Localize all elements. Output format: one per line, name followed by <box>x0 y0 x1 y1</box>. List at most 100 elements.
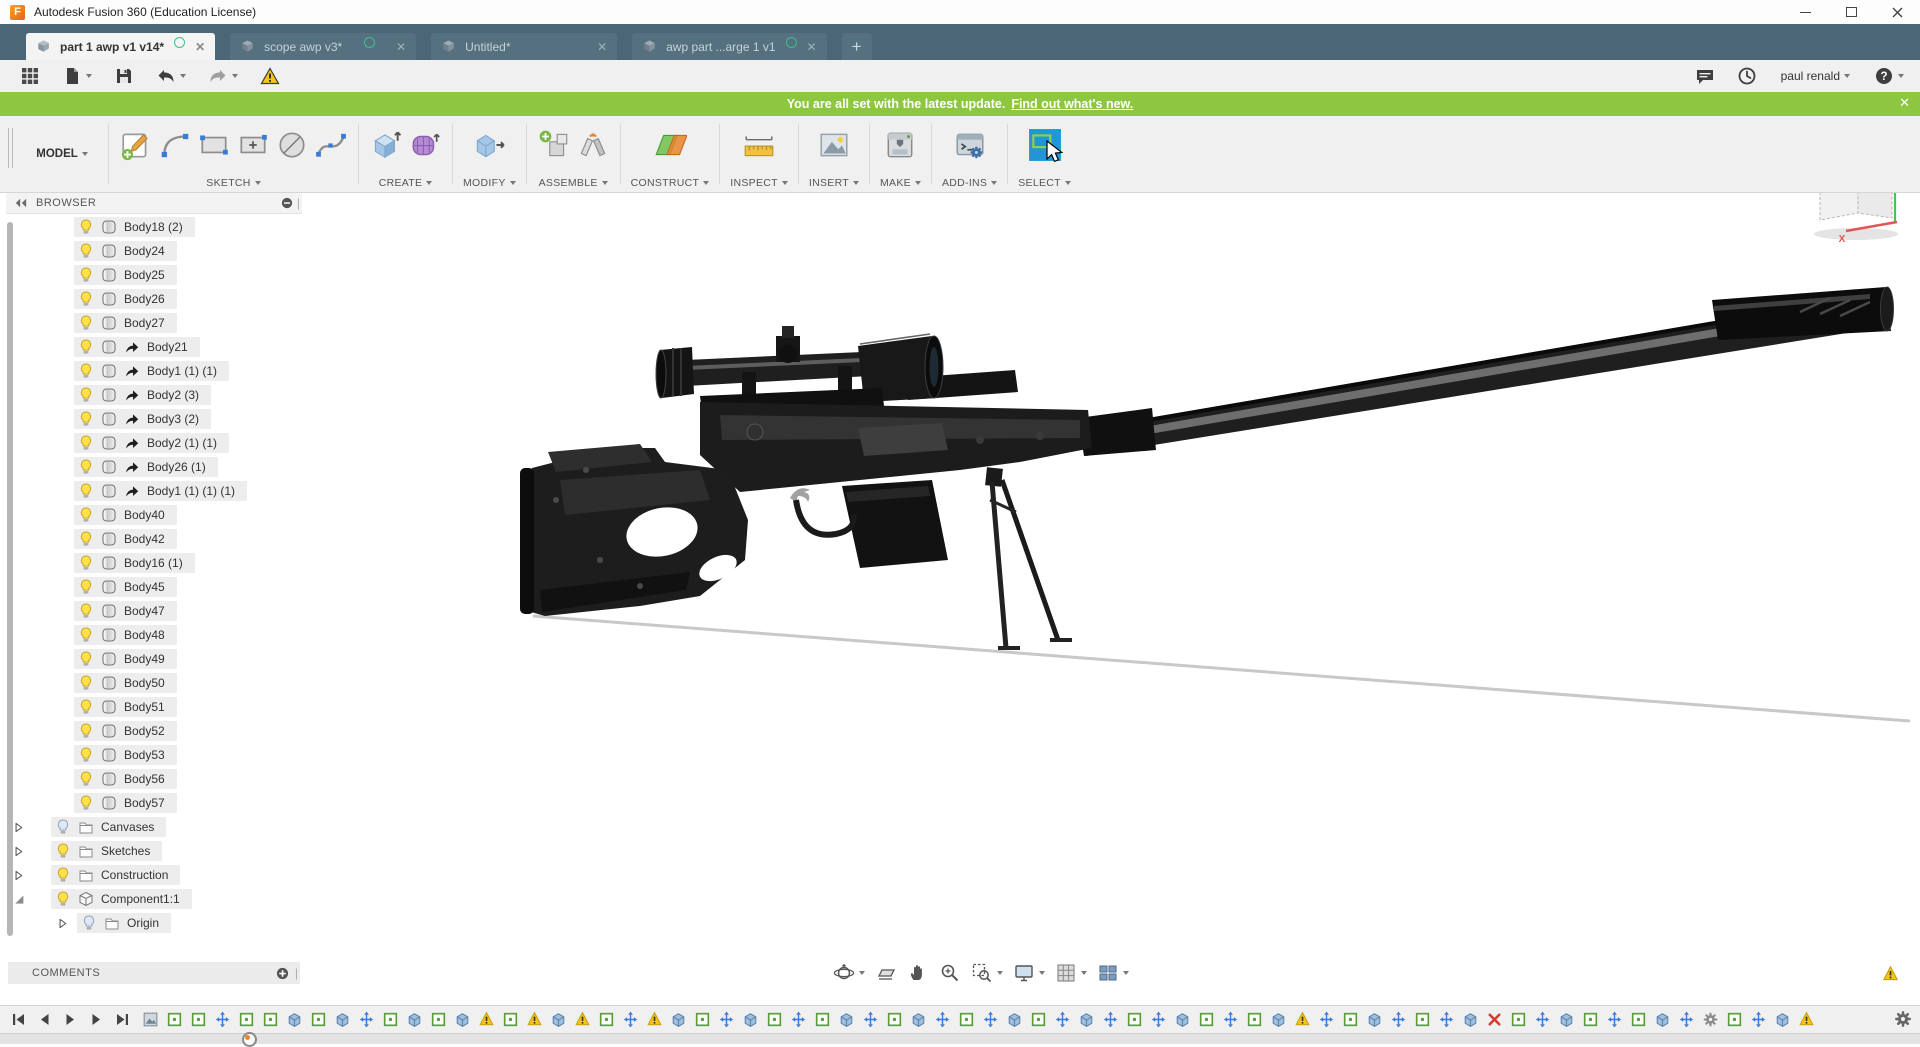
maximize-button[interactable] <box>1828 0 1874 24</box>
timeline-feature-move[interactable] <box>1319 1010 1334 1029</box>
browser-item[interactable]: Body2 (1) (1) <box>0 431 247 455</box>
visibility-bulb-icon[interactable] <box>78 243 94 259</box>
toolbar-group-label[interactable]: ADD-INS <box>942 174 997 192</box>
browser-item[interactable]: Body56 <box>0 767 247 791</box>
job-status-button[interactable] <box>1735 64 1759 88</box>
timeline-feature-move[interactable] <box>215 1010 230 1029</box>
visibility-bulb-icon[interactable] <box>78 627 94 643</box>
timeline-feature-sketch[interactable] <box>695 1010 710 1029</box>
rifle-model[interactable] <box>520 287 1894 648</box>
timeline-feature-extrude[interactable] <box>1079 1010 1094 1029</box>
timeline-feature-warn[interactable] <box>479 1010 494 1029</box>
visibility-bulb-icon[interactable] <box>78 291 94 307</box>
browser-item[interactable]: Body16 (1) <box>0 551 247 575</box>
timeline-feature-sketch[interactable] <box>191 1010 206 1029</box>
spline-button[interactable] <box>314 128 348 162</box>
timeline-feature-sketch[interactable] <box>1031 1010 1046 1029</box>
browser-item[interactable]: Body24 <box>0 239 247 263</box>
timeline-feature-extrude[interactable] <box>671 1010 686 1029</box>
timeline-feature-sketch[interactable] <box>599 1010 614 1029</box>
timeline-feature-extrude[interactable] <box>1175 1010 1190 1029</box>
timeline-start-button[interactable] <box>10 1011 27 1028</box>
circle-button[interactable] <box>275 128 309 162</box>
timeline-feature-extrude[interactable] <box>455 1010 470 1029</box>
timeline-feature-extrude[interactable] <box>911 1010 926 1029</box>
timeline-feature-sketch[interactable] <box>767 1010 782 1029</box>
timeline-feature-sketch[interactable] <box>1343 1010 1358 1029</box>
timeline-feature-move[interactable] <box>1751 1010 1766 1029</box>
visibility-bulb-icon[interactable] <box>78 747 94 763</box>
timeline-feature-extrude[interactable] <box>1271 1010 1286 1029</box>
timeline-feature-sketch[interactable] <box>1727 1010 1742 1029</box>
browser-item[interactable]: Canvases <box>0 815 247 839</box>
comments-panel-header[interactable]: COMMENTS | <box>8 962 300 984</box>
timeline-feature-warn[interactable] <box>527 1010 542 1029</box>
tree-expander-icon[interactable] <box>12 893 25 906</box>
browser-item[interactable]: Body1 (1) (1) (1) <box>0 479 247 503</box>
visibility-bulb-icon[interactable] <box>78 363 94 379</box>
arc-button[interactable] <box>158 128 192 162</box>
visibility-bulb-icon[interactable] <box>78 555 94 571</box>
form-button[interactable] <box>408 128 442 162</box>
toolbar-group-label[interactable]: ASSEMBLE <box>539 174 608 192</box>
timeline-feature-sketch[interactable] <box>503 1010 518 1029</box>
pan-button[interactable] <box>904 960 932 986</box>
lookat-button[interactable] <box>872 960 900 986</box>
timeline-feature-move[interactable] <box>1391 1010 1406 1029</box>
timeline-feature-extrude[interactable] <box>1655 1010 1670 1029</box>
timeline-feature-warn[interactable] <box>575 1010 590 1029</box>
timeline-feature-redx[interactable] <box>1487 1010 1502 1029</box>
timeline-feature-move[interactable] <box>623 1010 638 1029</box>
timeline-feature-sketch[interactable] <box>1127 1010 1142 1029</box>
browser-panel-header[interactable]: BROWSER | <box>6 193 302 214</box>
browser-item[interactable]: Body48 <box>0 623 247 647</box>
help-menu[interactable] <box>1872 64 1906 88</box>
visibility-bulb-icon[interactable] <box>78 651 94 667</box>
toolbar-group-label[interactable]: INSPECT <box>730 174 788 192</box>
timeline-feature-canvas[interactable] <box>143 1010 158 1029</box>
timeline-feature-sketch[interactable] <box>263 1010 278 1029</box>
minimize-button[interactable] <box>1782 0 1828 24</box>
visibility-bulb-icon[interactable] <box>78 579 94 595</box>
timeline-feature-warn[interactable] <box>1295 1010 1310 1029</box>
toolbar-grip[interactable] <box>8 128 13 168</box>
browser-item[interactable]: Body57 <box>0 791 247 815</box>
visibility-bulb-icon[interactable] <box>81 915 97 931</box>
grid-button[interactable] <box>1052 960 1090 986</box>
redo-button[interactable] <box>206 64 240 88</box>
browser-item[interactable]: Sketches <box>0 839 247 863</box>
toolbar-group-label[interactable]: INSERT <box>809 174 859 192</box>
orbit-button[interactable] <box>830 960 868 986</box>
print3d-button[interactable] <box>883 128 917 162</box>
visibility-bulb-icon[interactable] <box>78 219 94 235</box>
visibility-bulb-icon[interactable] <box>78 507 94 523</box>
timeline-forward-button[interactable] <box>88 1011 105 1028</box>
undo-button[interactable] <box>154 64 188 88</box>
timeline-feature-extrude[interactable] <box>551 1010 566 1029</box>
browser-item[interactable]: Body49 <box>0 647 247 671</box>
timeline-feature-sketch[interactable] <box>959 1010 974 1029</box>
browser-item[interactable]: Component1:1 <box>0 887 247 911</box>
timeline-feature-sketch[interactable] <box>1247 1010 1262 1029</box>
insert-image-button[interactable] <box>817 128 851 162</box>
timeline-feature-extrude[interactable] <box>1367 1010 1382 1029</box>
timeline-end-button[interactable] <box>114 1011 131 1028</box>
visibility-bulb-icon[interactable] <box>78 531 94 547</box>
timeline-feature-move[interactable] <box>1151 1010 1166 1029</box>
timeline-feature-move[interactable] <box>719 1010 734 1029</box>
browser-item[interactable]: Body45 <box>0 575 247 599</box>
visibility-bulb-icon[interactable] <box>78 459 94 475</box>
tree-expander-icon[interactable] <box>56 917 69 930</box>
tab-close-button[interactable]: ✕ <box>394 40 408 54</box>
tree-expander-icon[interactable] <box>12 869 25 882</box>
document-tab[interactable]: awp part ...arge 1 v1✕ <box>632 33 826 60</box>
visibility-bulb-icon[interactable] <box>78 435 94 451</box>
scripts-button[interactable] <box>953 128 987 162</box>
timeline-feature-extrude[interactable] <box>743 1010 758 1029</box>
visibility-bulb-icon[interactable] <box>78 387 94 403</box>
visibility-bulb-icon[interactable] <box>55 819 71 835</box>
timeline-feature-extrude[interactable] <box>287 1010 302 1029</box>
timeline-feature-move[interactable] <box>1103 1010 1118 1029</box>
browser-item[interactable]: Origin <box>0 911 247 935</box>
notif-button[interactable] <box>258 64 282 88</box>
